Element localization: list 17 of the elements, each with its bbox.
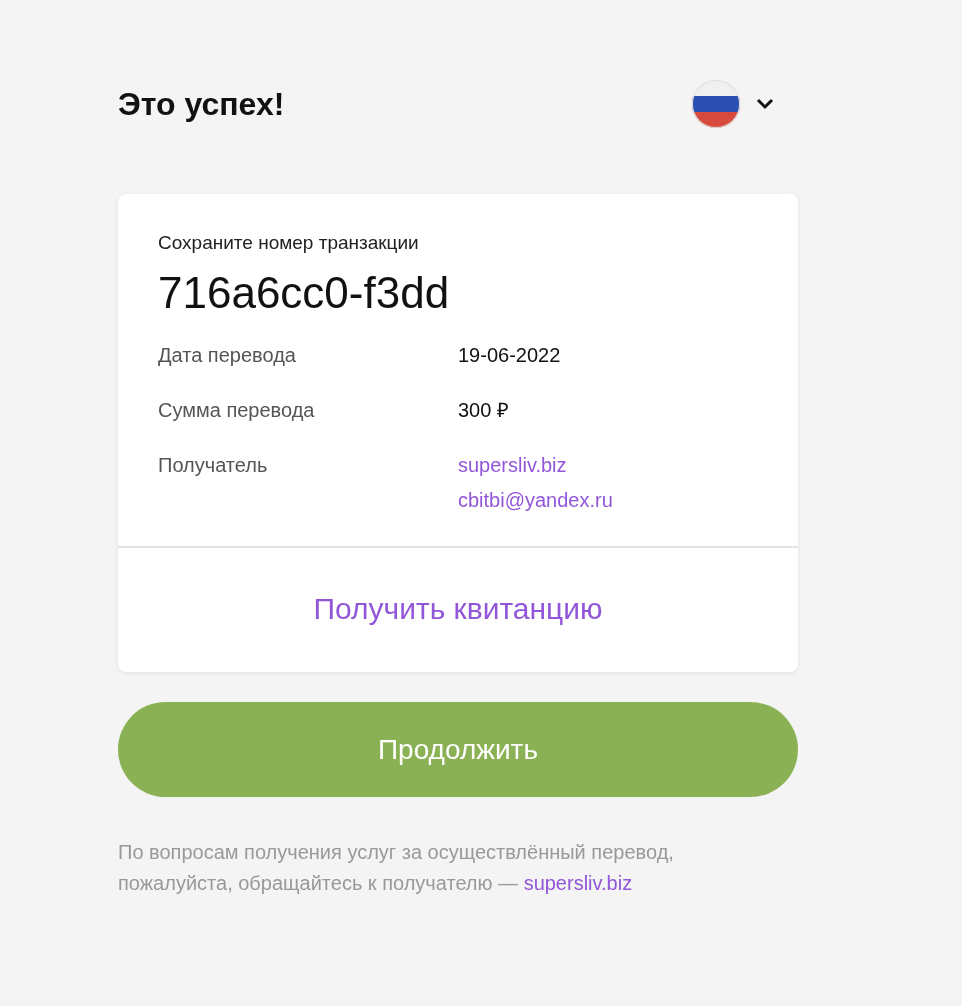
flag-icon <box>692 80 740 128</box>
receipt-link[interactable]: Получить квитанцию <box>313 592 603 626</box>
continue-button[interactable]: Продолжить <box>118 702 798 797</box>
field-label: Получатель <box>158 453 269 478</box>
field-value: 300 ₽ <box>458 398 509 423</box>
recipient-link[interactable]: supersliv.biz <box>458 448 613 483</box>
language-selector[interactable] <box>692 80 774 128</box>
field-value: 19-06-2022 <box>458 343 561 368</box>
field-label: Дата перевода <box>158 343 297 368</box>
transaction-id: 716a6cc0-f3dd <box>158 268 451 318</box>
caption: Сохраните номер транзакции <box>158 232 420 254</box>
recipient-link[interactable]: cbitbi@yandex.ru <box>458 483 613 518</box>
field-label: Сумма перевода <box>158 398 316 423</box>
footer-note: По вопросам получения услуг за осуществлённый перевод, пожалуйста, обращайтесь к получателю — supersliv.biz <box>118 840 675 896</box>
chevron-down-icon <box>756 98 774 110</box>
page-title: Это успех! <box>118 85 285 123</box>
footer-link[interactable]: supersliv.biz <box>523 872 633 894</box>
